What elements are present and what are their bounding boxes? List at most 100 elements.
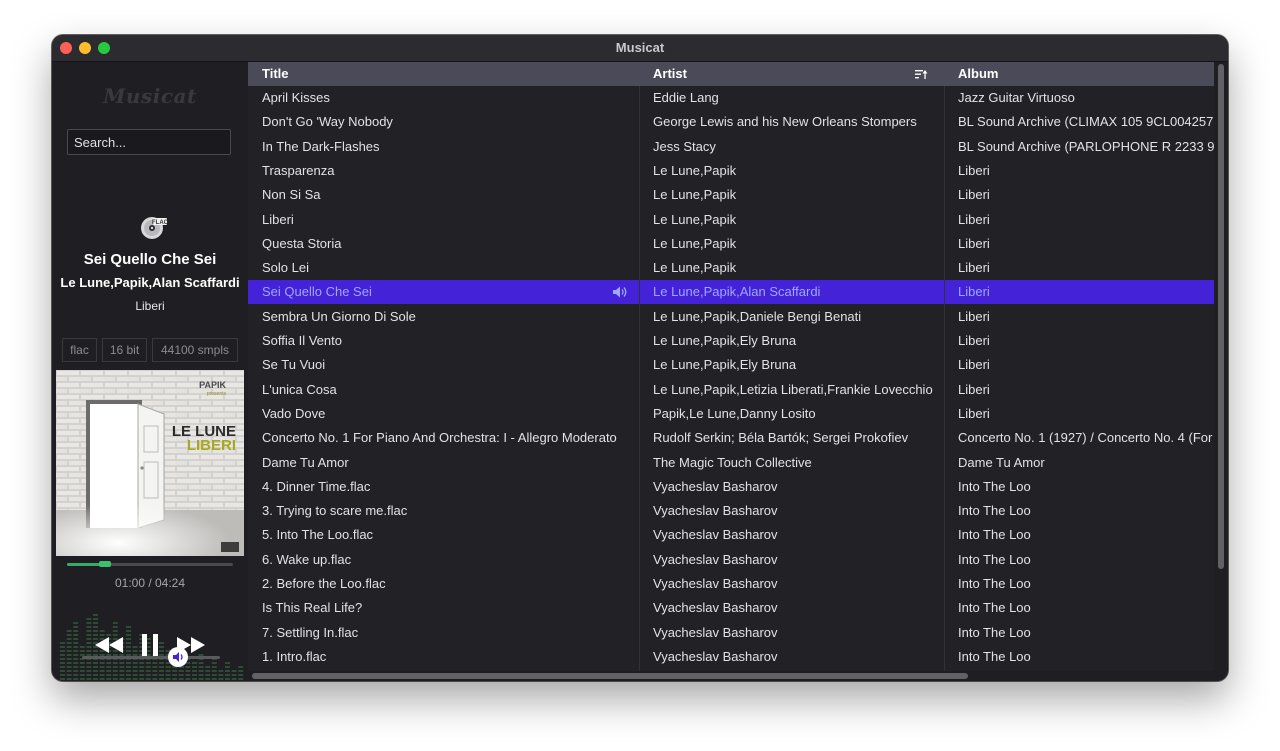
spectrum-bar-segment xyxy=(112,670,118,672)
now-playing-album: Liberi xyxy=(135,299,165,313)
sidebar: Musicat FLAC Sei Quello Che Sei Le Lune,… xyxy=(52,62,248,681)
table-row[interactable]: L'unica Cosa Le Lune,Papik,Letizia Libera… xyxy=(248,378,1214,402)
spectrum-bar-segment xyxy=(66,650,72,652)
cell-title: Questa Storia xyxy=(262,235,342,251)
cell-album: Dame Tu Amor xyxy=(958,454,1045,470)
volume-slider[interactable] xyxy=(82,656,220,659)
cell-artist: The Magic Touch Collective xyxy=(653,454,812,470)
spectrum-bar-segment xyxy=(66,662,72,664)
spectrum-bar-segment xyxy=(93,630,98,632)
table-row[interactable]: 6. Wake up.flac Vyacheslav Basharov Into T… xyxy=(248,548,1214,572)
table-row[interactable]: Se Tu Vuoi Le Lune,Papik,Ely Bruna Liberi xyxy=(248,353,1214,377)
spectrum-bar-segment xyxy=(126,638,131,640)
pause-button[interactable] xyxy=(140,633,160,657)
spectrum-bar-segment xyxy=(73,626,79,628)
table-row[interactable]: Sei Quello Che Sei Le Lune,Papik,Alan Sca… xyxy=(248,280,1214,305)
spectrum-bar-segment xyxy=(132,662,138,664)
table-header: Title Artist Album xyxy=(248,62,1214,86)
cell-artist: Le Lune,Papik,Letizia Liberati,Frankie L… xyxy=(653,381,933,397)
spectrum-bar-segment xyxy=(73,666,79,668)
spectrum-bar-segment xyxy=(231,678,237,680)
spectrum-bar-segment xyxy=(99,678,105,680)
sort-ascending-icon[interactable] xyxy=(914,68,928,80)
cell-title: L'unica Cosa xyxy=(262,381,337,397)
spectrum-bar-segment xyxy=(132,670,138,672)
spectrum-bar-segment xyxy=(73,638,79,640)
table-row[interactable]: Soffia Il Vento Le Lune,Papik,Ely Bruna Li… xyxy=(248,329,1214,353)
spectrum-bar-segment xyxy=(225,674,230,676)
cell-artist: George Lewis and his New Orleans Stomper… xyxy=(653,114,917,130)
cell-album: Into The Loo xyxy=(958,527,1031,543)
cell-title: Vado Dove xyxy=(262,405,326,421)
spectrum-bar-segment xyxy=(152,662,158,664)
table-row[interactable]: 3. Trying to scare me.flac Vyacheslav Bas… xyxy=(248,499,1214,523)
cell-album: Liberi xyxy=(958,308,990,324)
spectrum-bar-segment xyxy=(218,674,224,676)
cell-album: Concerto No. 1 (1927) / Concerto No. 4 (… xyxy=(958,430,1213,446)
spectrum-bar-segment xyxy=(231,670,237,672)
spectrum-bar-segment xyxy=(205,674,211,676)
spectrum-bar-segment xyxy=(60,654,65,656)
cell-album: Into The Loo xyxy=(958,600,1031,616)
spectrum-bar-segment xyxy=(126,626,131,628)
previous-track-button[interactable] xyxy=(94,635,124,655)
spectrum-bar-segment xyxy=(225,666,230,668)
spectrum-bar-segment xyxy=(93,670,98,672)
spectrum-bar-segment xyxy=(106,674,112,676)
search-input[interactable] xyxy=(67,129,231,155)
spectrum-bar-segment xyxy=(60,650,65,652)
cell-title: Don't Go 'Way Nobody xyxy=(262,114,393,130)
column-header-artist[interactable]: Artist xyxy=(639,62,944,86)
table-row[interactable]: Concerto No. 1 For Piano And Orchestra: … xyxy=(248,426,1214,450)
spectrum-bar-segment xyxy=(132,678,138,680)
table-row[interactable]: Non Si Sa Le Lune,Papik Liberi xyxy=(248,183,1214,207)
spectrum-bar-segment xyxy=(165,674,171,676)
table-row[interactable]: 1. Intro.flac Vyacheslav Basharov Into The… xyxy=(248,645,1214,669)
vertical-scrollbar-thumb[interactable] xyxy=(1218,64,1224,569)
table-row[interactable]: Liberi Le Lune,Papik Liberi xyxy=(248,208,1214,232)
column-header-album[interactable]: Album xyxy=(944,62,1214,86)
spectrum-bar-segment xyxy=(119,662,125,664)
volume-knob[interactable] xyxy=(168,647,188,667)
playback-progress-bar[interactable] xyxy=(67,561,233,567)
table-row[interactable]: Solo Lei Le Lune,Papik Liberi xyxy=(248,256,1214,280)
spectrum-bar-segment xyxy=(112,678,118,680)
cover-brand: PAPIK xyxy=(199,380,226,390)
cell-album: Into The Loo xyxy=(958,503,1031,519)
table-row[interactable]: Vado Dove Papik,Le Lune,Danny Losito Liber… xyxy=(248,402,1214,426)
spectrum-bar-segment xyxy=(165,678,171,680)
table-row[interactable]: 7. Settling In.flac Vyacheslav Basharov In… xyxy=(248,621,1214,645)
table-row[interactable]: Sembra Un Giorno Di Sole Le Lune,Papik,Da… xyxy=(248,305,1214,329)
table-row[interactable]: Is This Real Life? Vyacheslav Basharov Int… xyxy=(248,596,1214,620)
table-row[interactable]: 5. Into The Loo.flac Vyacheslav Basharov I… xyxy=(248,523,1214,547)
spectrum-bar-segment xyxy=(225,670,230,672)
spectrum-bar-segment xyxy=(93,618,98,620)
column-header-title[interactable]: Title xyxy=(248,62,639,86)
cell-artist: Le Lune,Papik,Daniele Bengi Benati xyxy=(653,308,862,324)
table-row[interactable]: Don't Go 'Way Nobody George Lewis and his… xyxy=(248,110,1214,134)
cell-album: Liberi xyxy=(958,260,990,276)
spectrum-bar-segment xyxy=(86,662,92,664)
table-row[interactable]: 4. Dinner Time.flac Vyacheslav Basharov In… xyxy=(248,475,1214,499)
spectrum-bar-segment xyxy=(73,646,79,648)
speaker-icon xyxy=(173,652,183,662)
table-row[interactable]: April Kisses Eddie Lang Jazz Guitar Virtuo… xyxy=(248,86,1214,110)
spectrum-bar-segment xyxy=(86,638,92,640)
table-row[interactable]: Dame Tu Amor The Magic Touch Collective Da… xyxy=(248,451,1214,475)
spectrum-bar-segment xyxy=(152,674,158,676)
cell-album: Liberi xyxy=(958,381,990,397)
spectrum-bar-segment xyxy=(93,678,98,680)
table-row[interactable]: 2. Before the Loo.flac Vyacheslav Basharo… xyxy=(248,572,1214,596)
table-row[interactable]: Trasparenza Le Lune,Papik Liberi xyxy=(248,159,1214,183)
horizontal-scrollbar-thumb[interactable] xyxy=(252,673,968,679)
table-row[interactable]: Questa Storia Le Lune,Papik Liberi xyxy=(248,232,1214,256)
cell-title: 1. Intro.flac xyxy=(262,648,327,664)
playback-progress-thumb[interactable] xyxy=(98,561,111,567)
spectrum-bar-segment xyxy=(86,666,92,668)
spectrum-bar-segment xyxy=(152,670,158,672)
sample-rate-badge: 44100 smpls xyxy=(152,338,238,362)
cell-album: Into The Loo xyxy=(958,624,1031,640)
cell-album: Liberi xyxy=(958,211,990,227)
svg-text:FLAC: FLAC xyxy=(152,220,168,226)
table-row[interactable]: In The Dark-Flashes Jess Stacy BL Sound Ar… xyxy=(248,135,1214,159)
